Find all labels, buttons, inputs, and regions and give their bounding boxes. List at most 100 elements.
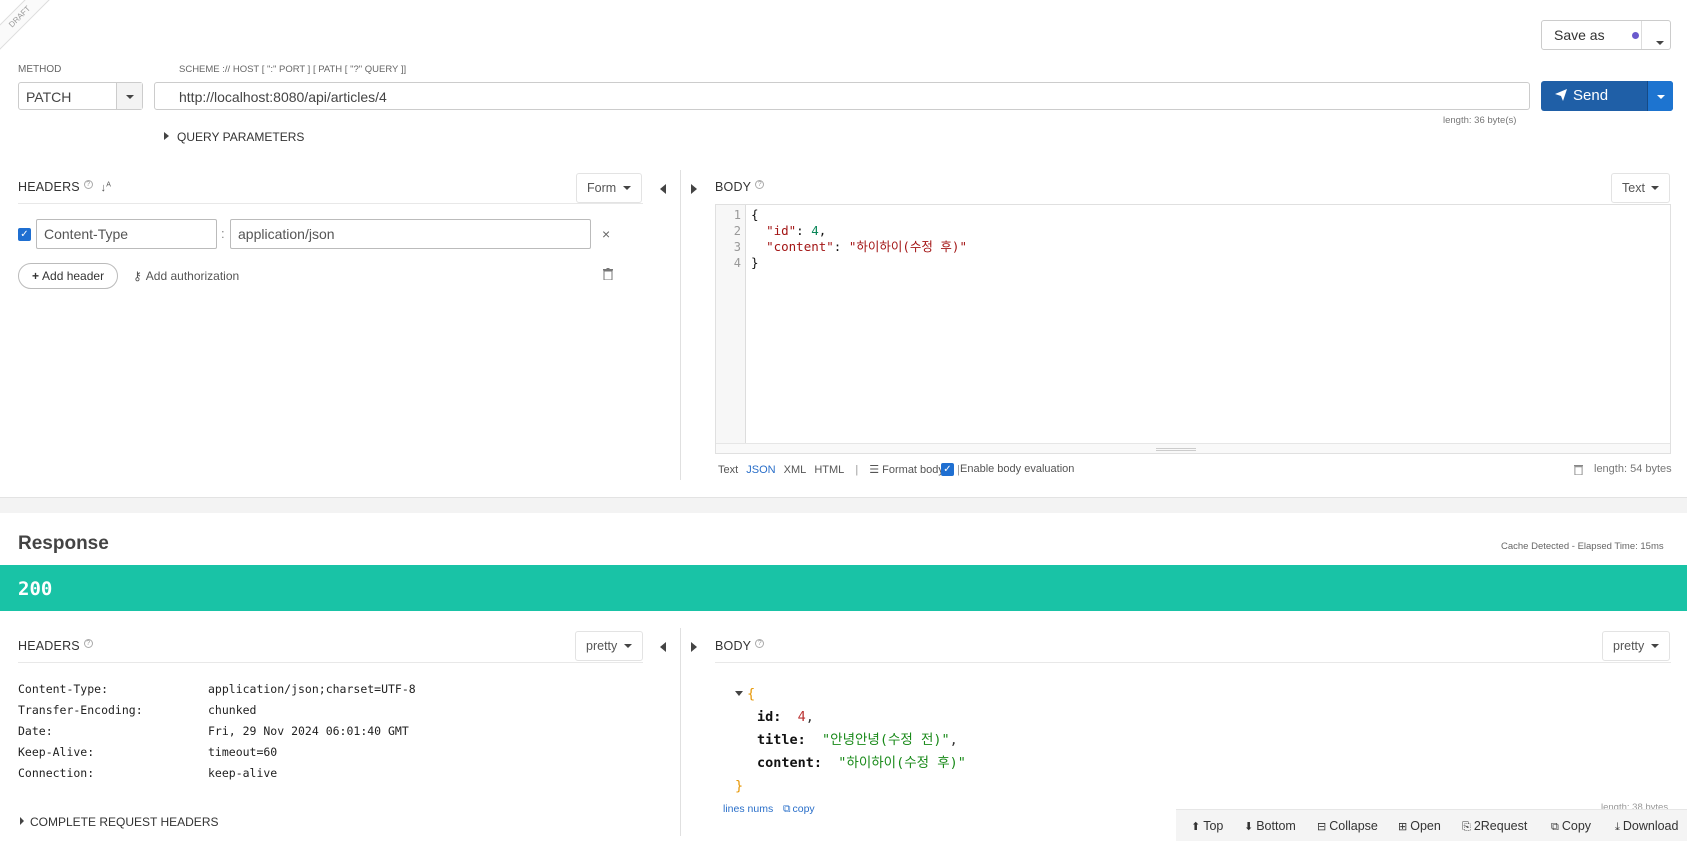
send-options-button[interactable] (1647, 81, 1673, 111)
add-header-button[interactable]: + Add header (18, 263, 119, 289)
json-field: title: "안녕안녕(수정 전)", (757, 732, 958, 748)
json-key: id: (757, 709, 782, 725)
header-value: keep-alive (208, 766, 278, 780)
format-body-button[interactable]: Format body (882, 464, 944, 476)
bottom-button[interactable]: ⬇ Bottom (1244, 819, 1296, 833)
open-button[interactable]: ⊞ Open (1398, 819, 1441, 833)
send-button[interactable]: Send (1541, 81, 1673, 111)
header-name: Transfer-Encoding: (18, 703, 143, 717)
editor-resize-handle[interactable] (716, 443, 1670, 453)
enable-eval-label: Enable body evaluation (960, 463, 1075, 475)
chevron-down-icon (622, 186, 631, 190)
url-label: SCHEME :// HOST [ ":" PORT ] [ PATH [ "?… (179, 64, 407, 75)
headers-mode-value: Form (587, 181, 617, 195)
response-body-label: BODY (715, 639, 752, 653)
response-body-mode-dropdown[interactable]: pretty (1602, 631, 1670, 661)
clipboard-icon: ⎘ (1462, 821, 1471, 833)
format-text[interactable]: Text (718, 464, 738, 476)
plus-square-icon: ⊞ (1398, 821, 1408, 833)
cache-info: Cache Detected - Elapsed Time: 15ms (1501, 541, 1664, 552)
help-icon[interactable]: ? (83, 180, 93, 189)
code-area[interactable]: { "id": 4, "content": "하이하이(수정 후)" } (751, 207, 967, 271)
header-name: Content-Type: (18, 682, 109, 696)
response-body-title: BODY? (715, 639, 765, 653)
request-headers-title: HEADERS? ↓A (18, 180, 111, 194)
unsaved-dot-icon (1632, 32, 1639, 39)
method-select[interactable]: PATCH (18, 82, 143, 110)
copy-link[interactable]: ⧉ copy (783, 803, 815, 816)
save-as-button[interactable]: Save as (1541, 20, 1671, 50)
method-dropdown-icon[interactable] (116, 83, 142, 109)
help-icon[interactable]: ? (755, 180, 765, 189)
panel-separator (0, 497, 1687, 513)
add-authorization-link[interactable]: ⚷ Add authorization (133, 269, 239, 283)
body-mode-dropdown[interactable]: Text (1611, 173, 1671, 203)
query-parameters-toggle[interactable]: QUERY PARAMETERS (164, 129, 304, 144)
top-button[interactable]: ⬆ Top (1191, 819, 1223, 833)
minus-square-icon: ⊟ (1317, 821, 1327, 833)
copy-icon: ⧉ (783, 803, 791, 815)
code-line: } (751, 255, 759, 270)
collapse-right-icon[interactable] (691, 640, 697, 655)
body-format-bar: Text JSON XML HTML | ☰ Format body | (718, 463, 968, 476)
url-value: http://localhost:8080/api/articles/4 (179, 89, 387, 105)
header-value-input[interactable]: application/json (230, 219, 591, 249)
line-gutter: 1 2 3 4 (716, 205, 746, 445)
complete-request-headers-toggle[interactable]: COMPLETE REQUEST HEADERS (20, 814, 218, 829)
separator: | (855, 464, 859, 476)
download-button[interactable]: ⤓ Download (1615, 819, 1678, 834)
json-close-line: } (735, 775, 966, 798)
sort-icon[interactable]: ↓A (101, 181, 112, 194)
chevron-down-icon (623, 644, 632, 648)
collapse-button[interactable]: ⊟ Collapse (1317, 819, 1378, 833)
download-icon: ⤓ (1615, 821, 1620, 833)
caret-right-icon (164, 132, 169, 140)
complete-request-headers-label: COMPLETE REQUEST HEADERS (30, 815, 219, 829)
body-editor[interactable]: 1 2 3 4 { "id": 4, "content": "하이하이(수정 후… (715, 204, 1671, 454)
header-value: Fri, 29 Nov 2024 06:01:40 GMT (208, 724, 409, 738)
format-json[interactable]: JSON (746, 464, 775, 476)
header-value: timeout=60 (208, 745, 278, 759)
chevron-down-icon (1651, 186, 1660, 190)
collapse-left-icon[interactable] (660, 182, 666, 197)
url-input[interactable]: http://localhost:8080/api/articles/4 (154, 82, 1530, 110)
method-value: PATCH (26, 89, 72, 105)
help-icon[interactable]: ? (83, 639, 93, 648)
help-icon[interactable]: ? (755, 639, 765, 648)
copy-button[interactable]: ⧉ Copy (1551, 819, 1591, 834)
json-open-line: { (735, 683, 966, 706)
trash-icon[interactable] (1574, 463, 1583, 478)
format-xml[interactable]: XML (784, 464, 807, 476)
caret-right-icon (20, 817, 24, 825)
lines-nums-link[interactable]: lines nums (723, 803, 773, 815)
trash-icon[interactable] (603, 268, 613, 283)
collapse-right-icon[interactable] (691, 182, 697, 197)
chevron-down-icon (1656, 95, 1665, 99)
to-request-button[interactable]: ⎘ 2Request (1462, 819, 1527, 834)
remove-header-icon[interactable]: × (602, 226, 610, 242)
header-name: Connection: (18, 766, 95, 780)
code-line: "id": 4, (766, 223, 827, 238)
chevron-down-icon[interactable] (1656, 33, 1664, 48)
format-html[interactable]: HTML (814, 464, 844, 476)
response-headers-mode-dropdown[interactable]: pretty (575, 631, 643, 661)
collapse-toggle-icon[interactable] (735, 691, 743, 696)
status-code: 200 (18, 578, 53, 600)
body-mode-value: Text (1622, 181, 1645, 195)
key-icon: ⚷ (133, 269, 142, 283)
collapse-left-icon[interactable] (660, 640, 666, 655)
format-lines-icon: ☰ (869, 464, 880, 476)
header-enabled-checkbox[interactable]: ✓ (18, 228, 31, 241)
header-name: Date: (18, 724, 53, 738)
enable-eval-checkbox[interactable]: ✓ (941, 463, 954, 476)
header-name-input[interactable]: Content-Type (36, 219, 217, 249)
add-header-label: Add header (42, 269, 105, 283)
request-body-title: BODY? (715, 180, 765, 194)
response-headers-title: HEADERS? (18, 639, 93, 653)
json-key: content: (757, 755, 823, 771)
header-separator: : (221, 226, 225, 241)
headers-mode-dropdown[interactable]: Form (576, 173, 642, 203)
header-name: Keep-Alive: (18, 745, 95, 759)
add-authorization-label: Add authorization (145, 269, 240, 283)
line-number: 2 (733, 224, 741, 238)
